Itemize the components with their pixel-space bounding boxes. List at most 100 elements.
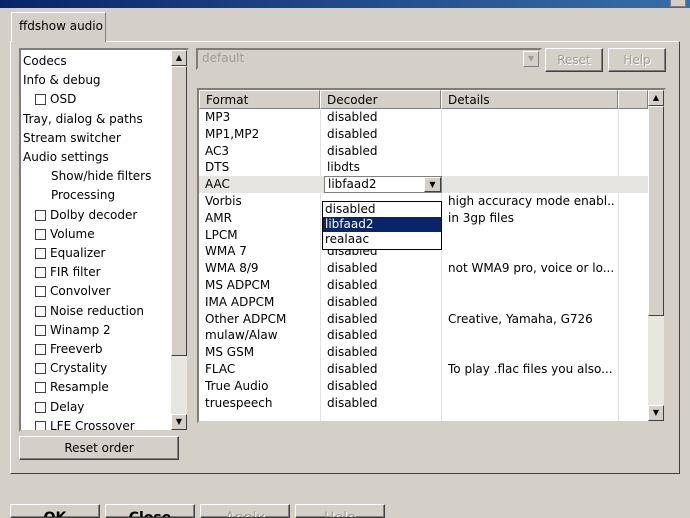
format-cell: Other ADPCM: [205, 311, 287, 326]
list-scrollbar[interactable]: ▲ ▼: [648, 90, 664, 421]
decoder-cell[interactable]: disabled: [327, 378, 439, 395]
tree-item-delay[interactable]: Delay: [35, 398, 84, 416]
dropdown-option-disabled[interactable]: disabled: [323, 202, 441, 217]
column-header-details[interactable]: Details: [441, 90, 618, 109]
tree-item-osd[interactable]: OSD: [35, 90, 76, 108]
scroll-thumb[interactable]: [171, 66, 187, 356]
tree-item-dolby-decoder[interactable]: Dolby decoder: [35, 206, 137, 224]
scroll-down-icon[interactable]: ▼: [648, 405, 664, 421]
close-icon[interactable]: [670, 0, 686, 7]
tree-item-noise-reduction[interactable]: Noise reduction: [35, 302, 144, 320]
checkbox[interactable]: [35, 94, 46, 106]
decoder-cell[interactable]: disabled: [327, 294, 439, 311]
table-row[interactable]: DTS libdts: [199, 159, 648, 176]
table-row[interactable]: FLAC disabled To play .flac files you also…: [199, 361, 648, 378]
table-row[interactable]: AC3 disabled: [199, 143, 648, 160]
column-header-decoder[interactable]: Decoder: [320, 90, 441, 109]
close-button[interactable]: Close: [105, 504, 195, 518]
checkbox[interactable]: [35, 228, 46, 240]
decoder-cell[interactable]: disabled: [327, 260, 439, 277]
checkbox[interactable]: [35, 209, 46, 221]
table-row[interactable]: MP1,MP2 disabled: [199, 126, 648, 143]
scroll-up-icon[interactable]: ▲: [648, 90, 664, 106]
reset-button[interactable]: Reset: [545, 48, 603, 72]
tree-item-processing[interactable]: Processing: [51, 186, 115, 204]
table-row[interactable]: MS GSM disabled: [199, 344, 648, 361]
table-row[interactable]: Other ADPCM disabled Creative, Yamaha, G72…: [199, 311, 648, 328]
table-row[interactable]: WMA 8/9 disabled not WMA9 pro, voice or lo…: [199, 260, 648, 277]
tree-item-winamp-2[interactable]: Winamp 2: [35, 321, 111, 339]
checkbox[interactable]: [35, 286, 46, 298]
decoder-select-value: libfaad2: [328, 177, 377, 192]
chevron-down-icon[interactable]: ▼: [424, 177, 441, 193]
tree-item-label: Delay: [50, 399, 85, 414]
settings-tree[interactable]: Codecs Info & debug OSD Tray, dialog & path…: [19, 48, 189, 432]
tree-item-tray-dialog-paths[interactable]: Tray, dialog & paths: [23, 110, 143, 128]
preset-select[interactable]: default ▼: [196, 48, 542, 70]
tree-item-convolver[interactable]: Convolver: [35, 282, 111, 300]
decoder-cell[interactable]: disabled: [327, 311, 439, 328]
tree-item-resample[interactable]: Resample: [35, 378, 109, 396]
checkbox[interactable]: [35, 324, 46, 336]
tree-item-audio-settings[interactable]: Audio settings: [23, 148, 109, 166]
decoder-cell[interactable]: disabled: [327, 327, 439, 344]
apply-button[interactable]: Apply: [200, 504, 290, 518]
chevron-down-icon[interactable]: ▼: [523, 51, 539, 67]
scroll-thumb[interactable]: [648, 106, 664, 316]
decoder-cell[interactable]: disabled: [327, 109, 439, 126]
tree-item-label: FIR filter: [50, 265, 101, 280]
tree-item-label: Processing: [51, 188, 116, 203]
checkbox[interactable]: [35, 267, 46, 279]
tree-item-equalizer[interactable]: Equalizer: [35, 244, 105, 262]
tree-item-show-hide-filters[interactable]: Show/hide filters: [51, 167, 151, 185]
dropdown-option-realaac[interactable]: realaac: [323, 232, 441, 247]
codec-list[interactable]: Format Decoder Details MP3 disabled MP1,MP…: [197, 88, 666, 423]
checkbox[interactable]: [35, 401, 46, 413]
table-row[interactable]: truespeech disabled: [199, 395, 648, 412]
table-row[interactable]: IMA ADPCM disabled: [199, 294, 648, 311]
checkbox[interactable]: [35, 420, 46, 430]
checkbox[interactable]: [35, 363, 46, 375]
decoder-select[interactable]: libfaad2 ▼: [324, 176, 442, 194]
decoder-cell[interactable]: disabled: [327, 395, 439, 412]
tree-item-lfe-crossover[interactable]: LFE Crossover: [35, 417, 135, 430]
table-row[interactable]: True Audio disabled: [199, 378, 648, 395]
tree-item-label: Info & debug: [23, 73, 101, 88]
tree-item-codecs[interactable]: Codecs: [23, 52, 67, 70]
checkbox[interactable]: [35, 344, 46, 355]
tab-ffdshow-audio[interactable]: ffdshow audio: [11, 12, 106, 42]
table-row[interactable]: mulaw/Alaw disabled: [199, 327, 648, 344]
column-header-format[interactable]: Format: [199, 90, 320, 109]
table-row[interactable]: AAC libfaad2 ▼: [199, 176, 648, 194]
column-header-filler: [618, 90, 648, 109]
decoder-cell[interactable]: disabled: [327, 361, 439, 378]
tree-item-volume[interactable]: Volume: [35, 225, 95, 243]
decoder-cell[interactable]: disabled: [327, 277, 439, 294]
details-cell: [448, 344, 616, 361]
reset-order-button[interactable]: Reset order: [19, 436, 179, 460]
help-button[interactable]: Help: [608, 48, 666, 72]
decoder-cell[interactable]: libdts: [327, 159, 439, 176]
tree-item-freeverb[interactable]: Freeverb: [35, 340, 103, 358]
checkbox[interactable]: [35, 248, 46, 259]
format-cell: True Audio: [205, 378, 269, 393]
tree-scrollbar[interactable]: ▲ ▼: [171, 50, 187, 430]
title-bar: [0, 0, 690, 8]
tree-item-fir-filter[interactable]: FIR filter: [35, 263, 101, 281]
decoder-cell[interactable]: disabled: [327, 126, 439, 143]
checkbox[interactable]: [35, 305, 46, 317]
decoder-cell[interactable]: disabled: [327, 143, 439, 160]
table-row[interactable]: MP3 disabled: [199, 109, 648, 126]
tree-item-info-debug[interactable]: Info & debug: [23, 71, 101, 89]
decoder-cell[interactable]: disabled: [327, 344, 439, 361]
tree-item-crystality[interactable]: Crystality: [35, 359, 107, 377]
decoder-dropdown-list[interactable]: disabled libfaad2 realaac: [322, 201, 442, 250]
table-row[interactable]: MS ADPCM disabled: [199, 277, 648, 294]
scroll-up-icon[interactable]: ▲: [171, 50, 187, 66]
checkbox[interactable]: [35, 382, 46, 394]
help-button[interactable]: Help: [295, 504, 385, 518]
tree-item-stream-switcher[interactable]: Stream switcher: [23, 129, 121, 147]
ok-button[interactable]: OK: [10, 504, 100, 518]
scroll-down-icon[interactable]: ▼: [171, 414, 187, 430]
dropdown-option-libfaad2[interactable]: libfaad2: [323, 217, 441, 232]
